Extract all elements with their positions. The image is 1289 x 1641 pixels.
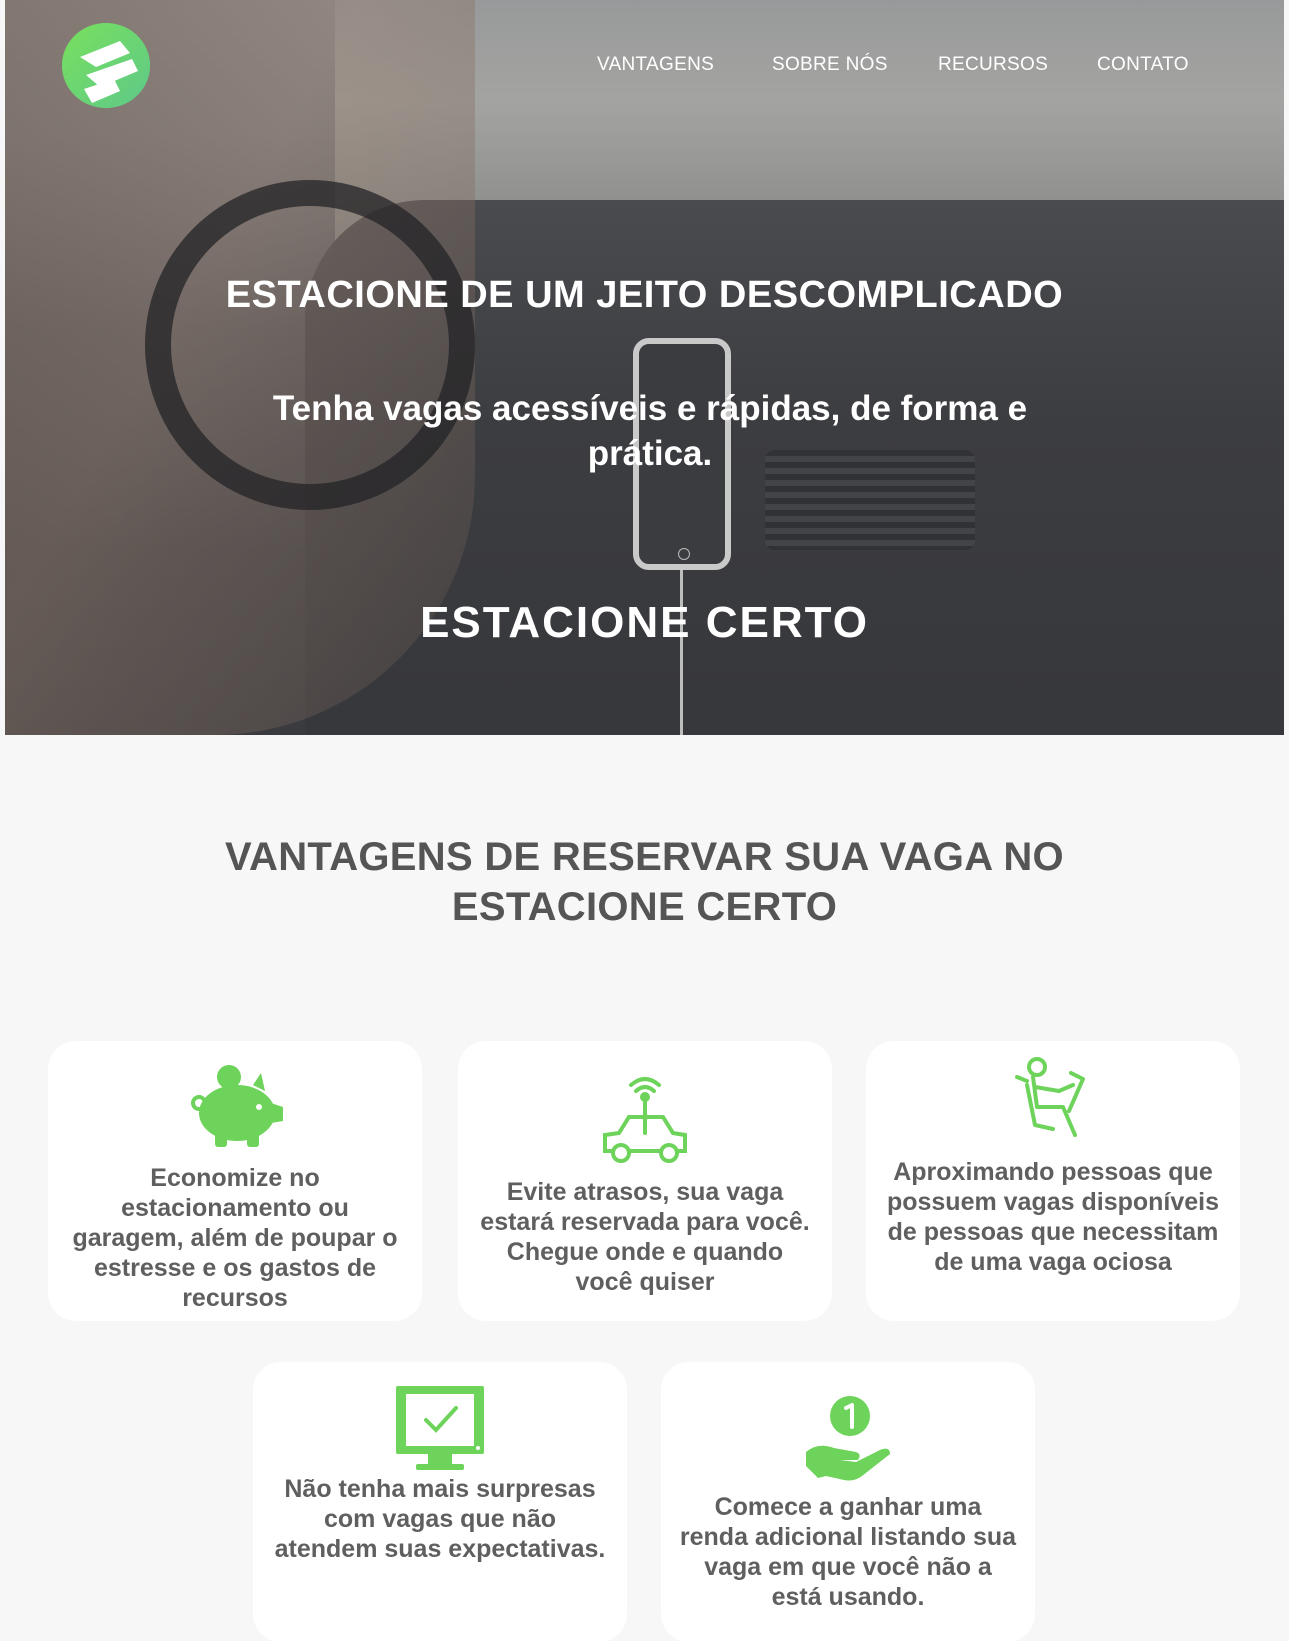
driver-seat-icon <box>866 1055 1240 1141</box>
advantage-text: Aproximando pessoas que possuem vagas di… <box>886 1158 1220 1276</box>
site-logo[interactable] <box>62 23 150 108</box>
nav-item-recursos[interactable]: RECURSOS <box>938 54 1048 76</box>
advantage-text: Comece a ganhar uma renda adicional list… <box>679 1493 1017 1611</box>
advantage-text: Evite atrasos, sua vaga estará reservada… <box>480 1178 810 1296</box>
advantage-card-renda-adicional: Comece a ganhar uma renda adicional list… <box>661 1362 1035 1641</box>
advantage-card-aproximando: Aproximando pessoas que possuem vagas di… <box>866 1041 1240 1321</box>
hero-title: ESTACIONE DE UM JEITO DESCOMPLICADO <box>225 274 1064 316</box>
hand-coin-icon <box>661 1396 1035 1484</box>
advantage-card-evite-atrasos: Evite atrasos, sua vaga estará reservada… <box>458 1041 832 1321</box>
connected-car-icon <box>458 1073 832 1165</box>
advantages-title: VANTAGENS DE RESERVAR SUA VAGA NO ESTACI… <box>225 835 1064 929</box>
nav-item-contato[interactable]: CONTATO <box>1097 54 1189 76</box>
monitor-check-icon <box>253 1384 627 1472</box>
hero-brand-name: ESTACIONE CERTO <box>420 598 869 647</box>
logo-e-icon <box>62 23 150 108</box>
piggy-bank-icon <box>48 1063 422 1151</box>
advantage-text: Economize no estacionamento ou garagem, … <box>72 1164 398 1312</box>
advantage-text: Não tenha mais surpresas com vagas que n… <box>274 1475 606 1563</box>
advantage-card-economize: Economize no estacionamento ou garagem, … <box>48 1041 422 1321</box>
hero-subtitle: Tenha vagas acessíveis e rápidas, de for… <box>272 389 1028 473</box>
hero-banner: VANTAGENS SOBRE NÓS RECURSOS CONTATO EST… <box>5 0 1284 735</box>
nav-item-sobre-nos[interactable]: SOBRE NÓS <box>772 54 888 76</box>
nav-item-vantagens[interactable]: VANTAGENS <box>597 54 714 76</box>
advantage-card-sem-surpresas: Não tenha mais surpresas com vagas que n… <box>253 1362 627 1641</box>
hero-phone-cable <box>680 570 683 735</box>
